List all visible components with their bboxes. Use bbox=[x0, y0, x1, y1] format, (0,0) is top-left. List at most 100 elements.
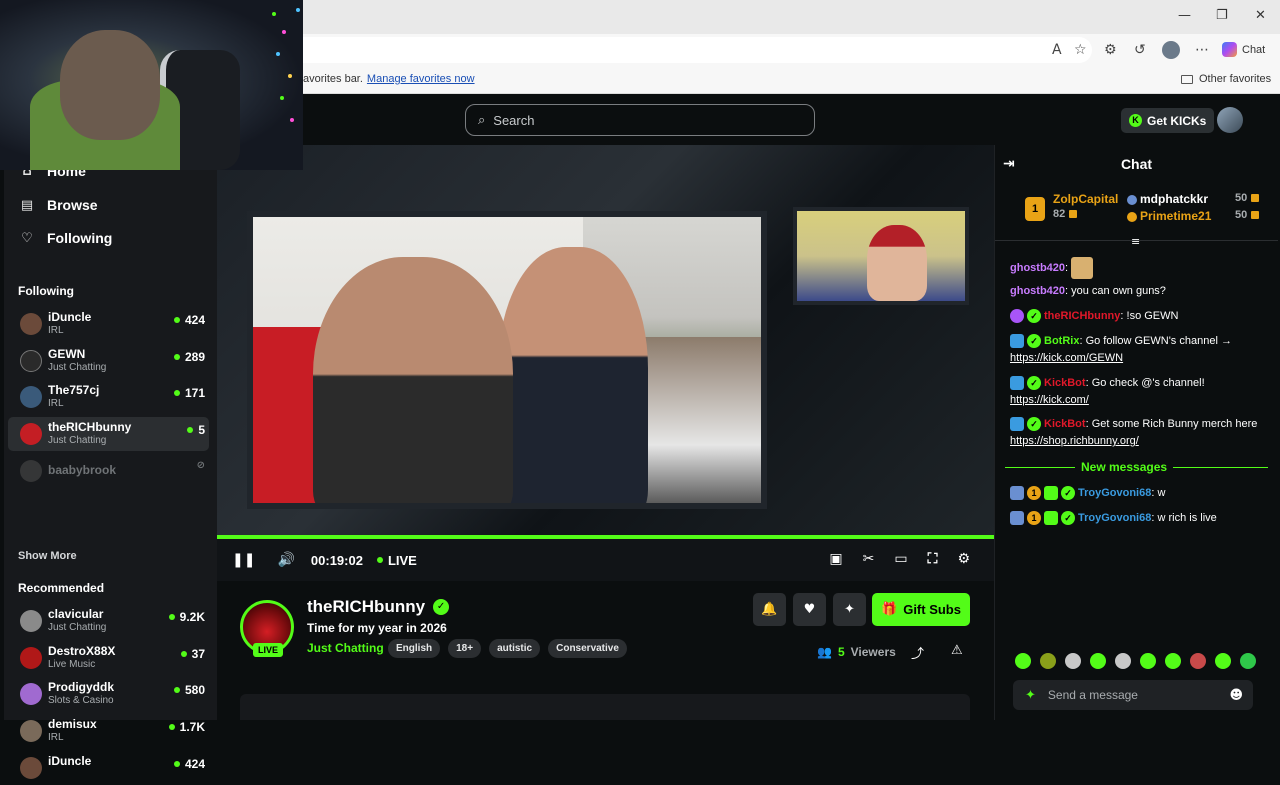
tag[interactable]: Conservative bbox=[548, 639, 627, 658]
mini-player-icon[interactable]: ▣ bbox=[829, 551, 842, 567]
gifter-count: 50 bbox=[1235, 192, 1260, 204]
restore-icon[interactable]: ❐ bbox=[1216, 8, 1228, 23]
share-icon[interactable]: ⤴ bbox=[911, 643, 924, 662]
sidebar-channel[interactable]: GEWN Just Chatting 289 bbox=[8, 344, 209, 378]
emote[interactable] bbox=[1040, 653, 1056, 669]
webcam-overlay bbox=[0, 0, 303, 170]
streamer-name[interactable]: theRICHbunny ✓ bbox=[307, 597, 450, 617]
gifter-name[interactable]: Primetime21 bbox=[1127, 209, 1211, 223]
sidebar-channel[interactable]: iDuncle IRL 424 bbox=[8, 307, 209, 341]
sidebar-channel[interactable]: demisux IRL 1.7K bbox=[8, 714, 209, 748]
volume-icon[interactable]: 🔊 bbox=[277, 552, 294, 568]
channel-category: Live Music bbox=[48, 659, 96, 670]
more-menu-icon[interactable]: ⋯ bbox=[1195, 42, 1209, 58]
stream-category[interactable]: Just Chatting bbox=[307, 641, 384, 655]
video-main-feed bbox=[247, 211, 767, 509]
new-messages-label[interactable]: New messages bbox=[1075, 460, 1174, 474]
chat-username[interactable]: ghostb420 bbox=[1010, 262, 1065, 274]
favorite-star-icon[interactable]: ☆ bbox=[1074, 42, 1087, 58]
close-icon[interactable]: ✕ bbox=[1255, 8, 1266, 23]
video-player[interactable]: ❚❚ 🔊 00:19:02 LIVE ▣ ✂ ▭ ⛶ ⚙ bbox=[217, 145, 994, 581]
theater-mode-icon[interactable]: ▭ bbox=[894, 551, 907, 567]
chat-username[interactable]: TroyGovoni68 bbox=[1078, 512, 1151, 524]
chat-username[interactable]: BotRix bbox=[1044, 335, 1079, 347]
emote[interactable] bbox=[1015, 653, 1031, 669]
live-dot-icon bbox=[168, 614, 175, 620]
minimize-icon[interactable]: — bbox=[1178, 8, 1191, 23]
channel-name: GEWN bbox=[48, 347, 86, 361]
sidebar-channel-offline[interactable]: baabybrook ⊘ bbox=[8, 454, 209, 488]
chat-input[interactable]: ✦ Send a message ☻ bbox=[1013, 680, 1253, 710]
search-placeholder: Search bbox=[493, 112, 535, 128]
emote[interactable] bbox=[1215, 653, 1231, 669]
viewer-count: 171 bbox=[173, 386, 205, 400]
search-input[interactable]: ⌕ Search bbox=[465, 104, 815, 136]
sidebar-item-browse[interactable]: ▤ Browse bbox=[19, 197, 98, 213]
verified-icon: ✓ bbox=[1027, 376, 1041, 391]
stream-title: Time for my year in 2026 bbox=[307, 621, 447, 635]
chat-message: ✓ BotRix: Go follow GEWN's channel → https… bbox=[1010, 334, 1232, 364]
collapse-chat-icon[interactable]: ⇥ bbox=[1003, 145, 1015, 183]
settings-gear-icon[interactable]: ⚙ bbox=[957, 551, 970, 567]
read-aloud-icon[interactable]: A bbox=[1052, 42, 1062, 58]
emote[interactable] bbox=[1140, 653, 1156, 669]
gifter-name[interactable]: mdphatckkr bbox=[1127, 192, 1208, 206]
verified-icon: ✓ bbox=[1027, 417, 1041, 432]
chat-username[interactable]: ghostb420 bbox=[1010, 285, 1065, 297]
clip-icon[interactable]: ✂ bbox=[863, 551, 875, 567]
gifter-name[interactable]: ZolpCapital bbox=[1053, 192, 1118, 206]
chat-link[interactable]: https://kick.com/ bbox=[1010, 394, 1089, 406]
emote[interactable] bbox=[1090, 653, 1106, 669]
emote[interactable] bbox=[1065, 653, 1081, 669]
user-avatar[interactable] bbox=[1217, 107, 1243, 133]
sparkle-icon[interactable]: ✦ bbox=[1025, 688, 1036, 703]
url-input[interactable] bbox=[240, 37, 1092, 63]
chat-link[interactable]: https://shop.richbunny.org/ bbox=[1010, 435, 1139, 447]
webcam-person-head bbox=[60, 30, 160, 140]
chat-username[interactable]: theRICHbunny bbox=[1044, 310, 1120, 322]
tag[interactable]: English bbox=[388, 639, 441, 658]
tag[interactable]: 18+ bbox=[448, 639, 482, 658]
follow-heart-icon[interactable]: ♥ bbox=[793, 593, 826, 626]
expand-gifters-icon[interactable]: ≡ bbox=[1131, 235, 1140, 248]
about-panel bbox=[240, 694, 970, 720]
emoji-picker-icon[interactable]: ☻ bbox=[1229, 688, 1243, 703]
fullscreen-icon[interactable]: ⛶ bbox=[928, 551, 938, 567]
folder-icon bbox=[1181, 74, 1193, 84]
chat-username[interactable]: KickBot bbox=[1044, 377, 1086, 389]
chat-username[interactable]: TroyGovoni68 bbox=[1078, 487, 1151, 499]
sidebar-channel[interactable]: clavicular Just Chatting 9.2K bbox=[8, 604, 209, 638]
show-more-button[interactable]: Show More bbox=[18, 550, 77, 562]
sidebar-item-following[interactable]: ♡ Following bbox=[19, 230, 112, 246]
copilot-chat-button[interactable]: Chat bbox=[1222, 42, 1265, 57]
pause-icon[interactable]: ❚❚ bbox=[232, 552, 255, 568]
notification-bell-icon[interactable]: 🔔 bbox=[753, 593, 786, 626]
extensions-icon[interactable]: ⚙ bbox=[1104, 42, 1117, 58]
tag[interactable]: autistic bbox=[489, 639, 541, 658]
verified-icon: ✓ bbox=[1027, 334, 1041, 349]
emote[interactable] bbox=[1165, 653, 1181, 669]
sidebar-channel[interactable]: The757cj IRL 171 bbox=[8, 380, 209, 414]
chat-username[interactable]: KickBot bbox=[1044, 418, 1086, 430]
channel-name: iDuncle bbox=[48, 754, 92, 768]
history-icon[interactable]: ↺ bbox=[1134, 42, 1146, 58]
other-favorites-button[interactable]: Other favorites bbox=[1181, 73, 1271, 85]
chat-message: ✓ KickBot: Go check @'s channel! https://k… bbox=[1010, 376, 1205, 406]
avatar bbox=[20, 350, 42, 372]
report-warning-icon[interactable]: ⚠ bbox=[951, 643, 963, 658]
sidebar-channel[interactable]: DestroX88X Live Music 37 bbox=[8, 641, 209, 675]
get-kicks-button[interactable]: K Get KICKs bbox=[1121, 108, 1215, 133]
gifter-icon: 1 bbox=[1027, 511, 1041, 526]
gift-subs-button[interactable]: 🎁 Gift Subs bbox=[872, 593, 970, 626]
emote[interactable] bbox=[1115, 653, 1131, 669]
emote[interactable] bbox=[1190, 653, 1206, 669]
chat-link[interactable]: https://kick.com/GEWN bbox=[1010, 352, 1123, 364]
emote[interactable] bbox=[1240, 653, 1256, 669]
sidebar: ⌂ Home ▤ Browse ♡ Following Following iD… bbox=[4, 145, 217, 779]
sidebar-channel[interactable]: iDuncle 424 bbox=[8, 751, 209, 785]
sidebar-channel-active[interactable]: theRICHbunny Just Chatting 5 bbox=[8, 417, 209, 451]
sparkle-icon[interactable]: ✦ bbox=[833, 593, 866, 626]
profile-avatar[interactable] bbox=[1162, 41, 1180, 59]
manage-favorites-link[interactable]: Manage favorites now bbox=[367, 73, 475, 85]
sidebar-channel[interactable]: Prodigyddk Slots & Casino 580 bbox=[8, 677, 209, 711]
